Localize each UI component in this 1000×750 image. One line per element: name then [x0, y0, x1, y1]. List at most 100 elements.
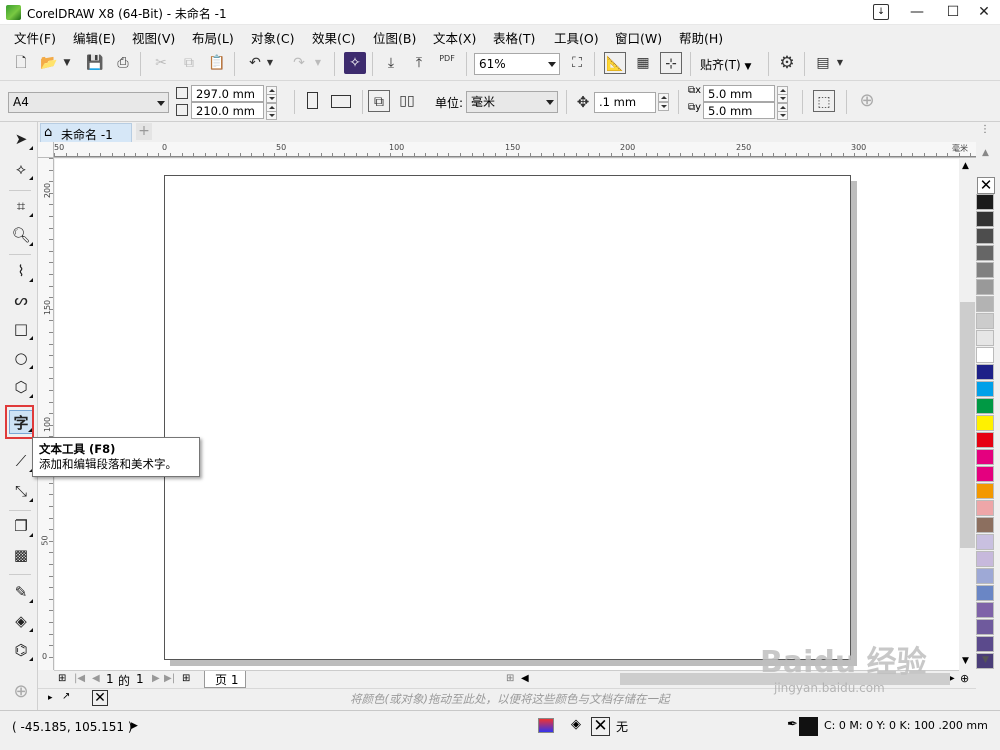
- open-dropdown-chevron-icon[interactable]: ▼: [60, 52, 74, 74]
- page-size-select[interactable]: A4: [8, 92, 169, 113]
- polygon-tool-icon[interactable]: ⬡: [9, 375, 33, 399]
- export-icon[interactable]: ⤒: [408, 52, 430, 74]
- duplicate-x-input[interactable]: 5.0 mm: [703, 85, 775, 102]
- parallel-dimension-tool-icon[interactable]: ⟋: [9, 449, 33, 473]
- ellipse-tool-icon[interactable]: ○: [9, 346, 33, 370]
- page-width-input[interactable]: 297.0 mm: [191, 85, 264, 102]
- color-swatch[interactable]: [976, 432, 994, 448]
- interactive-fill-tool-icon[interactable]: ◈: [9, 609, 33, 633]
- nudge-decrease-button[interactable]: [658, 102, 669, 111]
- color-swatch[interactable]: [976, 398, 994, 414]
- show-guidelines-icon[interactable]: ⊹: [660, 52, 682, 74]
- color-swatch[interactable]: [976, 636, 994, 652]
- save-icon[interactable]: 💾: [84, 52, 106, 74]
- menu-bitmaps[interactable]: 位图(B): [373, 28, 416, 47]
- print-icon[interactable]: ⎙: [112, 52, 134, 74]
- options-gear-icon[interactable]: ⚙: [776, 52, 798, 74]
- color-swatch[interactable]: [976, 619, 994, 635]
- menu-text[interactable]: 文本(X): [433, 28, 476, 47]
- add-page-after-icon[interactable]: ⊞: [182, 673, 190, 684]
- menu-view[interactable]: 视图(V): [132, 28, 175, 47]
- zoom-tool-icon[interactable]: 🔍︎: [9, 223, 33, 247]
- minimize-button[interactable]: —: [897, 0, 937, 25]
- color-swatch[interactable]: [976, 466, 994, 482]
- color-swatch[interactable]: [976, 585, 994, 601]
- docker-pin-icon[interactable]: ⋮: [980, 124, 990, 135]
- pick-tool-icon[interactable]: ➤: [9, 127, 33, 151]
- artistic-media-tool-icon[interactable]: ᔕ: [9, 288, 33, 312]
- first-page-icon[interactable]: |◀: [74, 673, 85, 684]
- nudge-distance-input[interactable]: .1 mm: [594, 92, 656, 113]
- color-swatch[interactable]: [976, 364, 994, 380]
- scroll-up-icon[interactable]: ▲: [962, 161, 969, 171]
- status-expand-icon[interactable]: ▶: [131, 721, 138, 731]
- nudge-increase-button[interactable]: [658, 93, 669, 102]
- palette-scroll-up-icon[interactable]: ▲: [982, 148, 989, 158]
- vertical-ruler[interactable]: 200 150 100 50 0: [38, 158, 54, 670]
- application-launcher-icon[interactable]: ▤: [812, 52, 834, 74]
- color-swatch[interactable]: [976, 381, 994, 397]
- full-screen-preview-icon[interactable]: ⛶: [566, 52, 588, 74]
- close-button[interactable]: ✕: [964, 0, 1000, 25]
- fill-none-swatch[interactable]: ✕: [591, 717, 610, 736]
- color-swatch[interactable]: [976, 551, 994, 567]
- color-swatch[interactable]: [976, 347, 994, 363]
- units-select[interactable]: 毫米: [466, 91, 558, 113]
- drop-shadow-tool-icon[interactable]: ❐: [9, 514, 33, 538]
- no-color-swatch[interactable]: ✕: [92, 690, 108, 706]
- undo-dropdown-chevron-icon[interactable]: ▼: [264, 52, 276, 74]
- copy-icon[interactable]: ⧉: [178, 52, 200, 74]
- zoom-level-select[interactable]: 61%: [474, 53, 560, 75]
- width-decrease-button[interactable]: [266, 94, 277, 103]
- color-swatch[interactable]: [976, 228, 994, 244]
- dup-y-decrease-button[interactable]: [777, 111, 788, 120]
- menu-file[interactable]: 文件(F): [14, 28, 56, 47]
- show-rulers-icon[interactable]: 📐: [604, 52, 626, 74]
- undo-icon[interactable]: ↶: [244, 52, 266, 74]
- account-icon[interactable]: ↓: [873, 4, 889, 20]
- color-profile-icon[interactable]: [538, 718, 554, 733]
- rectangle-tool-icon[interactable]: □: [9, 317, 33, 341]
- color-swatch[interactable]: [976, 483, 994, 499]
- color-swatch[interactable]: [976, 415, 994, 431]
- page-tab-scroll-icon[interactable]: ⊞: [506, 673, 514, 684]
- portrait-icon[interactable]: [307, 92, 318, 109]
- eyedropper-icon[interactable]: ↗: [62, 691, 70, 702]
- last-page-icon[interactable]: ▶|: [164, 673, 175, 684]
- redo-dropdown-chevron-icon[interactable]: ▼: [312, 52, 324, 74]
- page-height-input[interactable]: 210.0 mm: [191, 102, 264, 119]
- treat-as-filled-icon[interactable]: ⬚: [813, 90, 835, 112]
- corel-connect-icon[interactable]: ✧: [344, 52, 366, 74]
- menu-table[interactable]: 表格(T): [493, 28, 535, 47]
- palette-scroll-down-icon[interactable]: ▼: [982, 655, 989, 665]
- transparency-tool-icon[interactable]: ▩: [9, 543, 33, 567]
- color-swatch[interactable]: [976, 534, 994, 550]
- document-tab[interactable]: ⌂ 未命名 -1: [40, 123, 132, 142]
- menu-layout[interactable]: 布局(L): [192, 28, 234, 47]
- add-page-before-icon[interactable]: ⊞: [58, 673, 66, 684]
- show-grid-icon[interactable]: ▦: [632, 52, 654, 74]
- previous-page-icon[interactable]: ◀: [92, 673, 100, 684]
- menu-object[interactable]: 对象(C): [251, 28, 294, 47]
- connector-tool-icon[interactable]: ⤡: [9, 479, 33, 503]
- height-decrease-button[interactable]: [266, 111, 277, 120]
- cut-icon[interactable]: ✂: [150, 52, 172, 74]
- menu-tools[interactable]: 工具(O): [554, 28, 599, 47]
- landscape-icon[interactable]: [331, 95, 351, 108]
- color-swatch[interactable]: [976, 568, 994, 584]
- smart-fill-tool-icon[interactable]: ⌬: [9, 638, 33, 662]
- color-eyedropper-tool-icon[interactable]: ✎: [9, 580, 33, 604]
- all-pages-icon[interactable]: ⧉: [368, 90, 390, 112]
- new-document-icon[interactable]: 🗋: [10, 52, 32, 74]
- duplicate-y-input[interactable]: 5.0 mm: [703, 102, 775, 119]
- ruler-origin[interactable]: [38, 142, 54, 158]
- crop-tool-icon[interactable]: ⌗: [9, 194, 33, 218]
- menu-edit[interactable]: 编辑(E): [73, 28, 116, 47]
- horizontal-ruler[interactable]: 50 0 50 100 150 200 250 300 毫米: [54, 142, 976, 158]
- add-tab-button[interactable]: +: [136, 123, 152, 140]
- paste-icon[interactable]: 📋: [206, 52, 228, 74]
- color-swatch[interactable]: [976, 211, 994, 227]
- snap-to-dropdown[interactable]: 贴齐(T) ▼: [700, 56, 751, 73]
- drawing-page[interactable]: [164, 175, 851, 660]
- color-swatch[interactable]: [976, 296, 994, 312]
